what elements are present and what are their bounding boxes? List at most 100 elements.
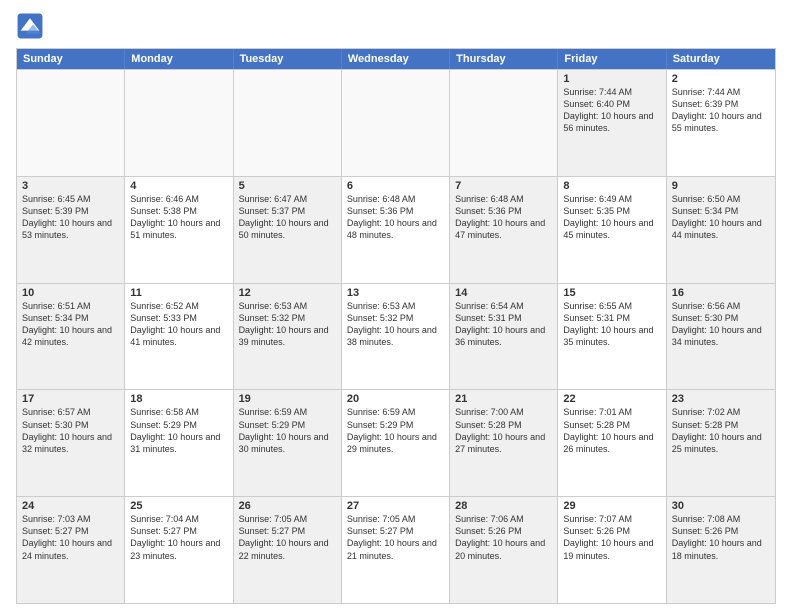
calendar-cell: 19Sunrise: 6:59 AM Sunset: 5:29 PM Dayli… [234,390,342,496]
day-headers: SundayMondayTuesdayWednesdayThursdayFrid… [17,49,775,69]
cell-info: Sunrise: 7:05 AM Sunset: 5:27 PM Dayligh… [239,513,336,562]
day-number: 9 [672,180,770,192]
cell-info: Sunrise: 6:59 AM Sunset: 5:29 PM Dayligh… [347,406,444,455]
calendar-cell: 26Sunrise: 7:05 AM Sunset: 5:27 PM Dayli… [234,497,342,603]
day-number: 16 [672,287,770,299]
week-row: 1Sunrise: 7:44 AM Sunset: 6:40 PM Daylig… [17,69,775,176]
day-number: 15 [563,287,660,299]
calendar-cell: 13Sunrise: 6:53 AM Sunset: 5:32 PM Dayli… [342,284,450,390]
calendar-cell: 30Sunrise: 7:08 AM Sunset: 5:26 PM Dayli… [667,497,775,603]
day-number: 1 [563,73,660,85]
day-number: 20 [347,393,444,405]
logo [16,12,48,40]
calendar-cell: 6Sunrise: 6:48 AM Sunset: 5:36 PM Daylig… [342,177,450,283]
cell-info: Sunrise: 6:48 AM Sunset: 5:36 PM Dayligh… [455,193,552,242]
cell-info: Sunrise: 7:02 AM Sunset: 5:28 PM Dayligh… [672,406,770,455]
cell-info: Sunrise: 6:55 AM Sunset: 5:31 PM Dayligh… [563,300,660,349]
cell-info: Sunrise: 6:47 AM Sunset: 5:37 PM Dayligh… [239,193,336,242]
day-number: 4 [130,180,227,192]
cell-info: Sunrise: 7:05 AM Sunset: 5:27 PM Dayligh… [347,513,444,562]
cell-info: Sunrise: 6:54 AM Sunset: 5:31 PM Dayligh… [455,300,552,349]
calendar-cell: 20Sunrise: 6:59 AM Sunset: 5:29 PM Dayli… [342,390,450,496]
cell-info: Sunrise: 6:58 AM Sunset: 5:29 PM Dayligh… [130,406,227,455]
calendar-cell: 18Sunrise: 6:58 AM Sunset: 5:29 PM Dayli… [125,390,233,496]
day-number: 23 [672,393,770,405]
day-number: 2 [672,73,770,85]
cell-info: Sunrise: 7:08 AM Sunset: 5:26 PM Dayligh… [672,513,770,562]
calendar-cell: 17Sunrise: 6:57 AM Sunset: 5:30 PM Dayli… [17,390,125,496]
day-number: 30 [672,500,770,512]
cell-info: Sunrise: 7:06 AM Sunset: 5:26 PM Dayligh… [455,513,552,562]
week-row: 3Sunrise: 6:45 AM Sunset: 5:39 PM Daylig… [17,176,775,283]
calendar-cell: 24Sunrise: 7:03 AM Sunset: 5:27 PM Dayli… [17,497,125,603]
calendar-cell: 12Sunrise: 6:53 AM Sunset: 5:32 PM Dayli… [234,284,342,390]
day-number: 18 [130,393,227,405]
weeks: 1Sunrise: 7:44 AM Sunset: 6:40 PM Daylig… [17,69,775,603]
day-header: Thursday [450,49,558,69]
header [16,12,776,40]
day-number: 8 [563,180,660,192]
day-number: 12 [239,287,336,299]
day-header: Monday [125,49,233,69]
cell-info: Sunrise: 7:07 AM Sunset: 5:26 PM Dayligh… [563,513,660,562]
calendar-cell: 14Sunrise: 6:54 AM Sunset: 5:31 PM Dayli… [450,284,558,390]
calendar-cell: 27Sunrise: 7:05 AM Sunset: 5:27 PM Dayli… [342,497,450,603]
calendar-cell: 22Sunrise: 7:01 AM Sunset: 5:28 PM Dayli… [558,390,666,496]
week-row: 24Sunrise: 7:03 AM Sunset: 5:27 PM Dayli… [17,496,775,603]
cell-info: Sunrise: 7:03 AM Sunset: 5:27 PM Dayligh… [22,513,119,562]
cell-info: Sunrise: 6:51 AM Sunset: 5:34 PM Dayligh… [22,300,119,349]
calendar-cell [17,70,125,176]
cell-info: Sunrise: 6:50 AM Sunset: 5:34 PM Dayligh… [672,193,770,242]
cell-info: Sunrise: 6:46 AM Sunset: 5:38 PM Dayligh… [130,193,227,242]
cell-info: Sunrise: 6:56 AM Sunset: 5:30 PM Dayligh… [672,300,770,349]
calendar-cell: 9Sunrise: 6:50 AM Sunset: 5:34 PM Daylig… [667,177,775,283]
cell-info: Sunrise: 7:00 AM Sunset: 5:28 PM Dayligh… [455,406,552,455]
week-row: 10Sunrise: 6:51 AM Sunset: 5:34 PM Dayli… [17,283,775,390]
calendar-cell: 21Sunrise: 7:00 AM Sunset: 5:28 PM Dayli… [450,390,558,496]
cell-info: Sunrise: 6:53 AM Sunset: 5:32 PM Dayligh… [239,300,336,349]
calendar-cell: 2Sunrise: 7:44 AM Sunset: 6:39 PM Daylig… [667,70,775,176]
calendar-cell: 23Sunrise: 7:02 AM Sunset: 5:28 PM Dayli… [667,390,775,496]
calendar-cell: 28Sunrise: 7:06 AM Sunset: 5:26 PM Dayli… [450,497,558,603]
day-number: 24 [22,500,119,512]
calendar: SundayMondayTuesdayWednesdayThursdayFrid… [16,48,776,604]
cell-info: Sunrise: 6:59 AM Sunset: 5:29 PM Dayligh… [239,406,336,455]
day-number: 10 [22,287,119,299]
day-number: 3 [22,180,119,192]
page: SundayMondayTuesdayWednesdayThursdayFrid… [0,0,792,612]
day-number: 17 [22,393,119,405]
day-header: Friday [558,49,666,69]
calendar-cell [125,70,233,176]
calendar-cell [234,70,342,176]
day-number: 7 [455,180,552,192]
day-number: 26 [239,500,336,512]
cell-info: Sunrise: 6:45 AM Sunset: 5:39 PM Dayligh… [22,193,119,242]
logo-icon [16,12,44,40]
day-number: 13 [347,287,444,299]
calendar-cell: 5Sunrise: 6:47 AM Sunset: 5:37 PM Daylig… [234,177,342,283]
day-header: Sunday [17,49,125,69]
day-header: Tuesday [234,49,342,69]
cell-info: Sunrise: 7:04 AM Sunset: 5:27 PM Dayligh… [130,513,227,562]
day-number: 21 [455,393,552,405]
day-number: 19 [239,393,336,405]
calendar-cell: 16Sunrise: 6:56 AM Sunset: 5:30 PM Dayli… [667,284,775,390]
calendar-cell: 10Sunrise: 6:51 AM Sunset: 5:34 PM Dayli… [17,284,125,390]
week-row: 17Sunrise: 6:57 AM Sunset: 5:30 PM Dayli… [17,389,775,496]
cell-info: Sunrise: 6:49 AM Sunset: 5:35 PM Dayligh… [563,193,660,242]
calendar-cell: 11Sunrise: 6:52 AM Sunset: 5:33 PM Dayli… [125,284,233,390]
cell-info: Sunrise: 7:44 AM Sunset: 6:40 PM Dayligh… [563,86,660,135]
calendar-cell: 29Sunrise: 7:07 AM Sunset: 5:26 PM Dayli… [558,497,666,603]
day-number: 25 [130,500,227,512]
cell-info: Sunrise: 6:53 AM Sunset: 5:32 PM Dayligh… [347,300,444,349]
calendar-cell: 7Sunrise: 6:48 AM Sunset: 5:36 PM Daylig… [450,177,558,283]
cell-info: Sunrise: 7:44 AM Sunset: 6:39 PM Dayligh… [672,86,770,135]
day-number: 22 [563,393,660,405]
calendar-cell [342,70,450,176]
cell-info: Sunrise: 6:52 AM Sunset: 5:33 PM Dayligh… [130,300,227,349]
day-number: 11 [130,287,227,299]
cell-info: Sunrise: 7:01 AM Sunset: 5:28 PM Dayligh… [563,406,660,455]
calendar-cell: 3Sunrise: 6:45 AM Sunset: 5:39 PM Daylig… [17,177,125,283]
day-number: 28 [455,500,552,512]
calendar-cell: 15Sunrise: 6:55 AM Sunset: 5:31 PM Dayli… [558,284,666,390]
